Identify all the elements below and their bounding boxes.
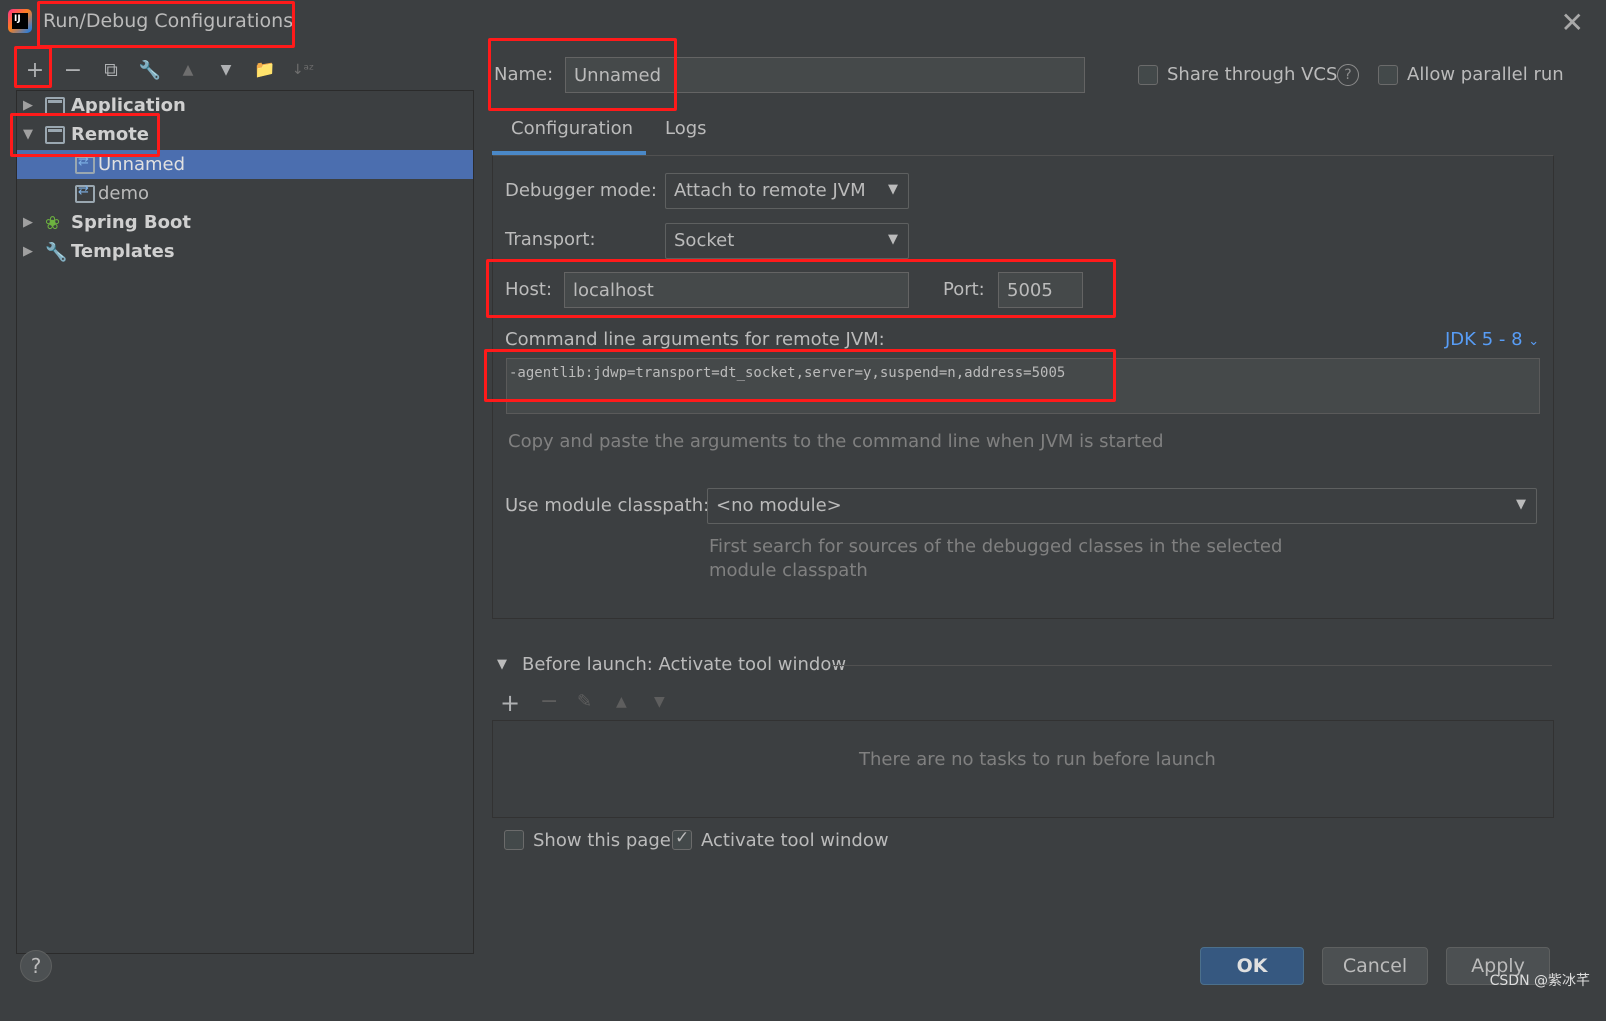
module-select[interactable]: <no module> ▼ [707, 488, 1537, 524]
remove-icon[interactable]: − [59, 56, 87, 84]
help-button[interactable]: ? [20, 950, 52, 982]
tab-logs[interactable]: Logs [665, 118, 707, 139]
configuration-tree[interactable]: ▶ Application ▼ Remote Unnamed demo ▶ ❀ … [16, 90, 474, 954]
show-page-checkbox[interactable] [504, 830, 524, 850]
expand-arrow-icon[interactable]: ▶ [23, 98, 37, 113]
cmdline-textarea[interactable]: -agentlib:jdwp=transport=dt_socket,serve… [506, 358, 1540, 414]
move-task-down-icon[interactable]: ▼ [654, 694, 665, 710]
before-launch-title[interactable]: Before launch: Activate tool window [522, 654, 846, 675]
move-up-icon[interactable]: ▲ [174, 56, 202, 84]
tree-item-label: Templates [71, 241, 175, 262]
port-label: Port: [943, 279, 985, 300]
window-title: Run/Debug Configurations [43, 10, 294, 32]
remote-config-icon [75, 183, 95, 203]
name-input[interactable] [565, 57, 1085, 93]
share-vcs-checkbox[interactable] [1138, 65, 1158, 85]
watermark: CSDN @紫冰芊 [1489, 973, 1590, 989]
tree-item-label: Application [71, 95, 186, 116]
port-input[interactable] [998, 272, 1083, 308]
tab-configuration[interactable]: Configuration [511, 118, 633, 139]
activate-window-checkbox[interactable] [672, 828, 692, 850]
section-divider [832, 665, 1552, 666]
tree-item-unnamed[interactable]: Unnamed [17, 150, 473, 179]
transport-select[interactable]: Socket ▼ [665, 223, 909, 259]
remote-icon [45, 125, 65, 144]
module-value: <no module> [716, 495, 842, 516]
show-page-label: Show this page [533, 830, 671, 851]
host-input[interactable] [564, 272, 909, 308]
application-icon [45, 96, 65, 115]
templates-wrench-icon: 🔧 [45, 241, 68, 263]
tree-item-label: Unnamed [98, 154, 186, 175]
tree-item-demo[interactable]: demo [17, 179, 473, 208]
debugger-mode-select[interactable]: Attach to remote JVM ▼ [665, 173, 909, 209]
add-icon[interactable]: + [21, 56, 49, 84]
edit-task-icon[interactable]: ✎ [577, 691, 592, 712]
ok-button[interactable]: OK [1200, 947, 1304, 985]
transport-label: Transport: [505, 229, 596, 250]
share-vcs-label: Share through VCS [1167, 64, 1338, 85]
allow-parallel-checkbox[interactable] [1378, 65, 1398, 85]
help-circle-icon[interactable]: ? [1337, 64, 1359, 86]
host-label: Host: [505, 279, 553, 300]
activate-window-label: Activate tool window [701, 830, 889, 851]
cmdline-label: Command line arguments for remote JVM: [505, 329, 885, 350]
module-label: Use module classpath: [505, 495, 710, 516]
collapse-arrow-icon[interactable]: ▼ [23, 127, 37, 142]
cancel-button[interactable]: Cancel [1322, 947, 1428, 985]
module-hint-line-2: module classpath [709, 560, 868, 581]
remove-task-icon[interactable]: − [540, 689, 558, 714]
name-label: Name: [494, 64, 554, 85]
tree-item-spring-boot[interactable]: ▶ ❀ Spring Boot [17, 208, 473, 237]
chevron-down-icon: ▼ [888, 232, 898, 247]
collapse-arrow-icon[interactable]: ▼ [497, 657, 507, 672]
expand-arrow-icon[interactable]: ▶ [23, 244, 37, 259]
allow-parallel-label: Allow parallel run [1407, 64, 1564, 85]
chevron-down-icon: ▼ [1516, 497, 1526, 512]
app-logo-icon: IJ [8, 9, 32, 33]
chevron-down-icon: ⌄ [1528, 334, 1540, 349]
module-hint-line-1: First search for sources of the debugged… [709, 536, 1283, 557]
tree-item-templates[interactable]: ▶ 🔧 Templates [17, 237, 473, 266]
debugger-mode-value: Attach to remote JVM [674, 180, 866, 201]
before-launch-task-list: There are no tasks to run before launch [492, 720, 1554, 818]
tree-item-label: Spring Boot [71, 212, 191, 233]
move-down-icon[interactable]: ▼ [212, 56, 240, 84]
chevron-down-icon: ▼ [888, 182, 898, 197]
tree-item-remote[interactable]: ▼ Remote [17, 120, 473, 149]
expand-arrow-icon[interactable]: ▶ [23, 215, 37, 230]
copy-icon[interactable]: ⧉ [97, 56, 125, 84]
debugger-mode-label: Debugger mode: [505, 180, 657, 201]
tree-item-label: Remote [71, 124, 150, 145]
spring-boot-icon: ❀ [45, 212, 61, 234]
new-folder-icon[interactable]: 📁 [251, 56, 279, 84]
cmdline-hint: Copy and paste the arguments to the comm… [508, 431, 1164, 452]
tree-item-application[interactable]: ▶ Application [17, 91, 473, 120]
empty-tasks-text: There are no tasks to run before launch [859, 749, 1216, 770]
close-icon[interactable]: ✕ [1561, 6, 1584, 39]
transport-value: Socket [674, 230, 735, 251]
add-task-icon[interactable]: + [500, 689, 520, 717]
jdk-version-link[interactable]: JDK 5 - 8 ⌄ [1445, 329, 1539, 350]
move-task-up-icon[interactable]: ▲ [616, 694, 627, 710]
wrench-icon[interactable]: 🔧 [136, 56, 164, 84]
tree-item-label: demo [98, 183, 150, 204]
sort-icon[interactable]: ↓ᵃᶻ [289, 56, 317, 84]
remote-config-icon [75, 154, 95, 174]
